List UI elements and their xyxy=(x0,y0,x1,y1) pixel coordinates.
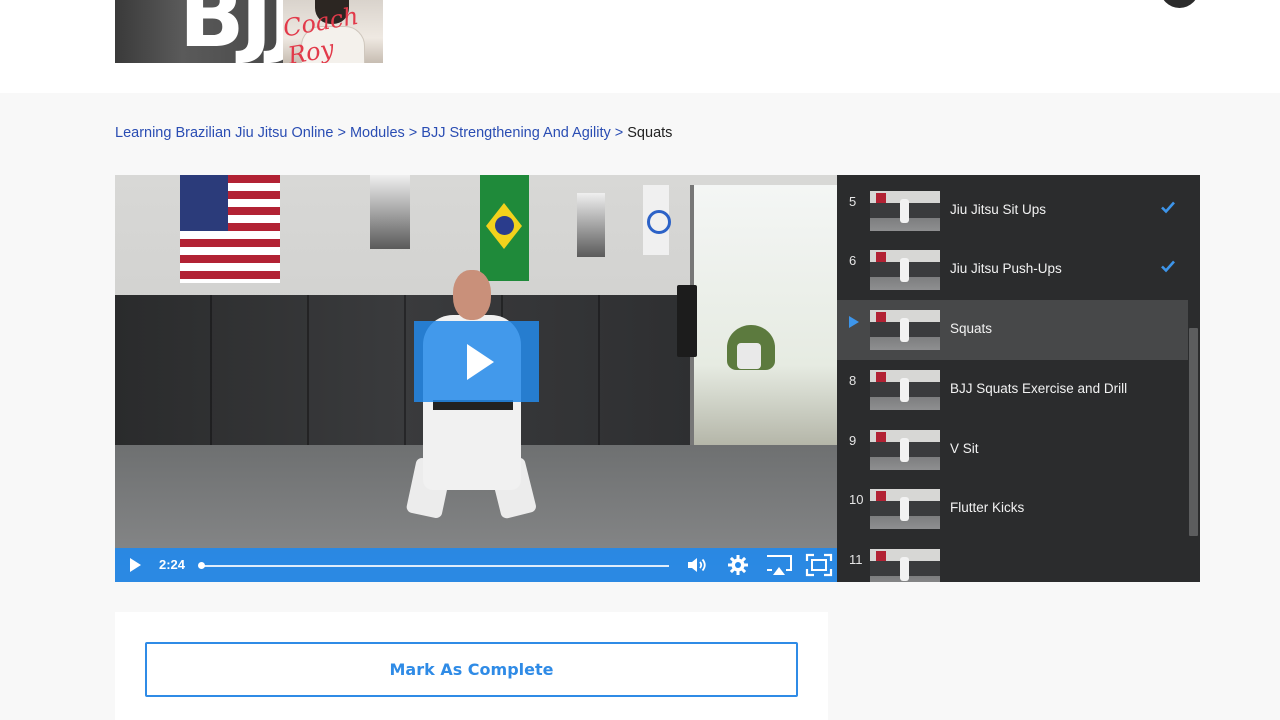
playlist-item-thumbnail xyxy=(870,548,940,582)
video-frame-banner xyxy=(370,175,410,249)
playlist-item-thumbnail xyxy=(870,250,940,291)
mark-complete-button[interactable]: Mark As Complete xyxy=(145,642,798,697)
playlist-item-number: 9 xyxy=(849,432,857,448)
progress-bar[interactable] xyxy=(198,562,669,569)
breadcrumb-separator: > xyxy=(408,125,418,141)
volume-icon xyxy=(688,558,706,572)
playlist-item[interactable]: Squats xyxy=(837,300,1188,361)
current-time: 2:24 xyxy=(159,557,186,572)
playlist-item-title: Jiu Jitsu Push-Ups xyxy=(950,261,1062,277)
playlist-item[interactable]: 6 Jiu Jitsu Push-Ups xyxy=(837,240,1188,300)
playlist-item-number: 5 xyxy=(849,193,857,209)
breadcrumb-separator: > xyxy=(337,125,346,141)
playlist-item-title: Flutter Kicks xyxy=(950,500,1025,516)
video-player[interactable]: 2:24 xyxy=(115,175,837,582)
playlist-item[interactable]: 8 BJJ Squats Exercise and Drill xyxy=(837,360,1188,420)
now-playing-icon xyxy=(849,316,859,329)
playlist-item-thumbnail xyxy=(870,190,940,231)
breadcrumb-current: Squats xyxy=(627,125,673,141)
playlist-item-thumbnail xyxy=(870,310,940,351)
playlist-item[interactable]: 5 Jiu Jitsu Sit Ups xyxy=(837,181,1188,241)
video-frame-banner xyxy=(643,185,671,255)
playlist-item[interactable]: 11 xyxy=(837,539,1188,582)
play-icon xyxy=(130,558,141,572)
lesson-actions-card: Mark As Complete xyxy=(115,612,828,720)
video-frame-banner xyxy=(577,193,605,257)
video-frame-pot xyxy=(737,343,761,369)
site-header: BJJ Coach Roy xyxy=(0,0,1280,93)
site-logo[interactable]: BJJ Coach Roy xyxy=(115,0,383,63)
video-controls-bar: 2:24 xyxy=(115,548,837,582)
video-frame-brazil-flag xyxy=(480,175,529,281)
playlist-item-title: BJJ Squats Exercise and Drill xyxy=(950,380,1128,396)
video-frame-us-flag xyxy=(180,175,280,283)
playlist-item-thumbnail xyxy=(870,369,940,410)
playlist-item-title: V Sit xyxy=(950,440,979,456)
lesson-playlist[interactable]: 5 Jiu Jitsu Sit Ups 6 Jiu Jitsu Push-Ups Squ… xyxy=(837,175,1200,582)
volume-button[interactable] xyxy=(685,553,709,577)
breadcrumb-link-modules[interactable]: Modules xyxy=(350,125,405,141)
breadcrumb-link-home[interactable]: Learning Brazilian Jiu Jitsu Online xyxy=(115,125,333,141)
fullscreen-icon xyxy=(805,553,833,577)
playlist-item[interactable]: 10 Flutter Kicks xyxy=(837,479,1188,539)
fullscreen-button[interactable] xyxy=(805,553,833,577)
playlist-item-thumbnail xyxy=(870,489,940,530)
breadcrumb: Learning Brazilian Jiu Jitsu Online > Mo… xyxy=(115,125,672,141)
video-frame-speaker xyxy=(677,285,697,357)
playlist-item-number: 10 xyxy=(849,492,864,508)
playlist-scrollbar[interactable] xyxy=(1189,328,1198,536)
airplay-button[interactable] xyxy=(765,553,793,577)
playlist-item-thumbnail xyxy=(870,429,940,470)
playlist-item-number: 6 xyxy=(849,253,857,269)
user-avatar[interactable] xyxy=(1160,0,1199,8)
checkmark-icon xyxy=(1161,261,1175,273)
logo-bjj-text: BJJ xyxy=(179,0,301,63)
play-pause-button[interactable] xyxy=(127,557,145,575)
play-icon xyxy=(467,344,494,380)
settings-icon xyxy=(728,555,748,575)
playlist-item-title: Jiu Jitsu Sit Ups xyxy=(950,201,1047,217)
breadcrumb-link-module[interactable]: BJJ Strengthening And Agility xyxy=(421,125,610,141)
progress-handle[interactable] xyxy=(198,562,205,569)
big-play-button[interactable] xyxy=(414,321,539,402)
video-frame-wall-pads xyxy=(115,295,690,465)
playlist-item-number: 11 xyxy=(849,551,863,567)
video-frame-person-head xyxy=(453,270,491,320)
airplay-icon xyxy=(767,555,792,575)
settings-button[interactable] xyxy=(726,553,750,577)
breadcrumb-separator: > xyxy=(614,125,624,141)
playlist-item-title: Squats xyxy=(950,321,993,337)
playlist-item[interactable]: 9 V Sit xyxy=(837,420,1188,480)
checkmark-icon xyxy=(1161,201,1175,214)
playlist-item-number: 8 xyxy=(849,372,857,388)
